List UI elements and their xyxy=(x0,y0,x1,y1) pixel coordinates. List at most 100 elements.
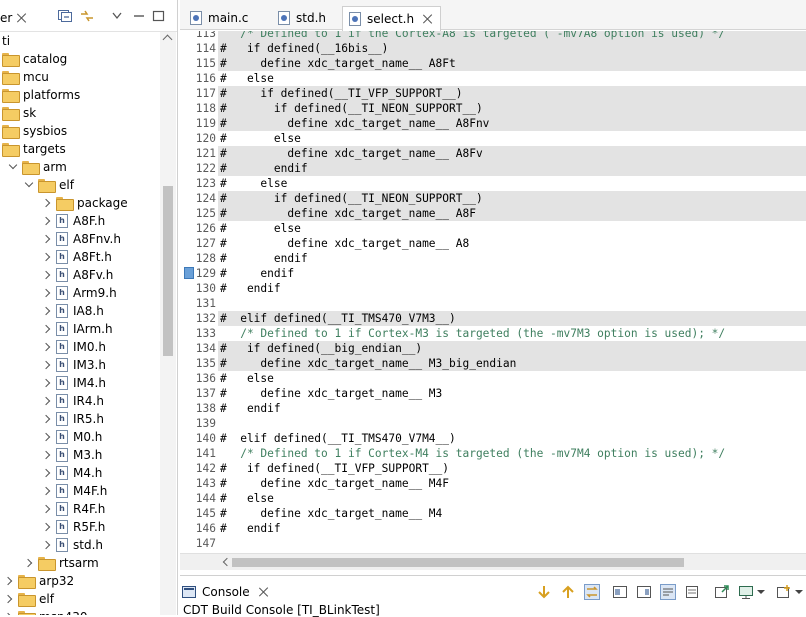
scroll-up-icon[interactable] xyxy=(162,34,173,45)
chevron-right-icon[interactable] xyxy=(42,504,52,514)
tree-file-item[interactable]: h A8Fnv.h xyxy=(42,230,121,248)
code-line[interactable]: 138 # endif xyxy=(180,401,806,416)
tree-file-item[interactable]: h M0.h xyxy=(42,428,102,446)
tree-folder-item[interactable]: sk xyxy=(2,104,36,122)
tree-file-item[interactable]: h A8Ft.h xyxy=(42,248,112,266)
chevron-right-icon[interactable] xyxy=(42,360,52,370)
chevron-right-icon[interactable] xyxy=(24,558,34,568)
tree-file-item[interactable]: h IR4.h xyxy=(42,392,104,410)
tree-folder-item[interactable]: package xyxy=(42,194,128,212)
tree-folder-item[interactable]: arm xyxy=(8,158,67,176)
tree-folder-item[interactable]: msp430 xyxy=(4,608,87,615)
tree-file-item[interactable]: h IR5.h xyxy=(42,410,104,428)
code-line[interactable]: 127 # define xdc_target_name__ A8 xyxy=(180,236,806,251)
tree-folder-item[interactable]: catalog xyxy=(2,50,67,68)
chevron-right-icon[interactable] xyxy=(42,234,52,244)
chevron-right-icon[interactable] xyxy=(42,468,52,478)
code-line[interactable]: 137 # define xdc_target_name__ M3 xyxy=(180,386,806,401)
chevron-right-icon[interactable] xyxy=(42,270,52,280)
view-menu-icon[interactable] xyxy=(110,10,124,22)
code-line[interactable]: 133 /* Defined to 1 if Cortex-M3 is targ… xyxy=(180,326,806,341)
chevron-right-icon[interactable] xyxy=(42,252,52,262)
code-line[interactable]: 125 # define xdc_target_name__ A8F xyxy=(180,206,806,221)
clear-console-icon[interactable] xyxy=(684,584,700,600)
code-line[interactable]: 117 # if defined(__TI_VFP_SUPPORT__) xyxy=(180,86,806,101)
scroll-up-icon[interactable] xyxy=(560,584,576,600)
code-line[interactable]: 135 # define xdc_target_name__ M3_big_end… xyxy=(180,356,806,371)
code-line[interactable]: 136 # else xyxy=(180,371,806,386)
code-line[interactable]: 129 # endif xyxy=(180,266,806,281)
chevron-right-icon[interactable] xyxy=(42,540,52,550)
tree-file-item[interactable]: h IM4.h xyxy=(42,374,106,392)
word-wrap-icon[interactable] xyxy=(660,584,676,600)
code-line[interactable]: 140 # elif defined(__TI_TMS470_V7M4__) xyxy=(180,431,806,446)
code-line[interactable]: 144 # else xyxy=(180,491,806,506)
chevron-right-icon[interactable] xyxy=(42,324,52,334)
explorer-scroll-thumb[interactable] xyxy=(163,186,173,356)
tree-file-item[interactable]: h std.h xyxy=(42,536,103,554)
chevron-right-icon[interactable] xyxy=(42,306,52,316)
tree-folder-item[interactable]: sysbios xyxy=(2,122,67,140)
code-line[interactable]: 115 # define xdc_target_name__ A8Ft xyxy=(180,56,806,71)
editor-tab[interactable]: std.h xyxy=(272,6,332,30)
close-icon[interactable] xyxy=(258,586,270,598)
tree-folder-item[interactable]: rtsarm xyxy=(24,554,99,572)
tree-folder-item[interactable]: arp32 xyxy=(4,572,74,590)
code-line[interactable]: 132 # elif defined(__TI_TMS470_V7M3__) xyxy=(180,311,806,326)
chevron-right-icon[interactable] xyxy=(42,522,52,532)
code-line[interactable]: 134 # if defined(__big_endian__) xyxy=(180,341,806,356)
tree-file-item[interactable]: h A8Fv.h xyxy=(42,266,113,284)
code-line[interactable]: 145 # define xdc_target_name__ M4 xyxy=(180,506,806,521)
tree-file-item[interactable]: h M4F.h xyxy=(42,482,107,500)
chevron-right-icon[interactable] xyxy=(42,216,52,226)
chevron-right-icon[interactable] xyxy=(42,432,52,442)
chevron-right-icon[interactable] xyxy=(42,342,52,352)
maximize-icon[interactable] xyxy=(152,10,166,22)
code-line[interactable]: 119 # define xdc_target_name__ A8Fnv xyxy=(180,116,806,131)
chevron-right-icon[interactable] xyxy=(4,576,14,586)
pin-console-icon[interactable] xyxy=(636,584,652,600)
code-line[interactable]: 122 # endif xyxy=(180,161,806,176)
new-console-view-icon[interactable] xyxy=(776,584,792,600)
display-selected-console-icon[interactable] xyxy=(738,584,754,600)
code-line[interactable]: 123 # else xyxy=(180,176,806,191)
chevron-right-icon[interactable] xyxy=(42,486,52,496)
code-line[interactable]: 146 # endif xyxy=(180,521,806,536)
editor-tab[interactable]: main.c xyxy=(184,6,254,30)
editor-tab[interactable]: select.h xyxy=(342,6,442,31)
editor-scroll-thumb[interactable] xyxy=(232,558,684,567)
tree-folder-item[interactable]: mcu xyxy=(2,68,49,86)
code-line[interactable]: 121 # define xdc_target_name__ A8Fv xyxy=(180,146,806,161)
code-line[interactable]: 116 # else xyxy=(180,71,806,86)
tree-folder-item[interactable]: platforms xyxy=(2,86,80,104)
code-line[interactable]: 124 # if defined(__TI_NEON_SUPPORT__) xyxy=(180,191,806,206)
code-line[interactable]: 141 /* Defined to 1 if Cortex-M4 is targ… xyxy=(180,446,806,461)
show-console-icon[interactable] xyxy=(612,584,628,600)
code-line[interactable]: 120 # else xyxy=(180,131,806,146)
scroll-left-icon[interactable] xyxy=(222,557,232,567)
tree-file-item[interactable]: h IM3.h xyxy=(42,356,106,374)
tree-file-item[interactable]: h IM0.h xyxy=(42,338,106,356)
code-line[interactable]: 142 # if defined(__TI_VFP_SUPPORT__) xyxy=(180,461,806,476)
tree-file-item[interactable]: h IA8.h xyxy=(42,302,104,320)
tree-file-item[interactable]: h R4F.h xyxy=(42,500,105,518)
chevron-right-icon[interactable] xyxy=(42,378,52,388)
code-editor[interactable]: 113 /* Defined to 1 if the Cortex-A8 is … xyxy=(180,31,806,553)
tree-file-item[interactable]: h Arm9.h xyxy=(42,284,117,302)
open-console-icon[interactable] xyxy=(714,584,730,600)
chevron-right-icon[interactable] xyxy=(42,396,52,406)
close-icon[interactable] xyxy=(422,13,434,25)
scroll-down-icon[interactable] xyxy=(536,584,552,600)
tree-file-item[interactable]: h IArm.h xyxy=(42,320,113,338)
dropdown-arrow-icon[interactable] xyxy=(756,584,766,600)
chevron-right-icon[interactable] xyxy=(4,594,14,604)
tree-folder-item[interactable]: elf xyxy=(4,590,54,608)
code-line[interactable]: 143 # define xdc_target_name__ M4F xyxy=(180,476,806,491)
code-line[interactable]: 131 xyxy=(180,296,806,311)
tree-folder-item[interactable]: elf xyxy=(24,176,74,194)
console-tab[interactable]: Console xyxy=(182,582,270,602)
tree-file-item[interactable]: h A8F.h xyxy=(42,212,105,230)
chevron-right-icon[interactable] xyxy=(42,288,52,298)
chevron-down-icon[interactable] xyxy=(8,162,18,172)
link-with-editor-icon[interactable] xyxy=(80,10,94,22)
